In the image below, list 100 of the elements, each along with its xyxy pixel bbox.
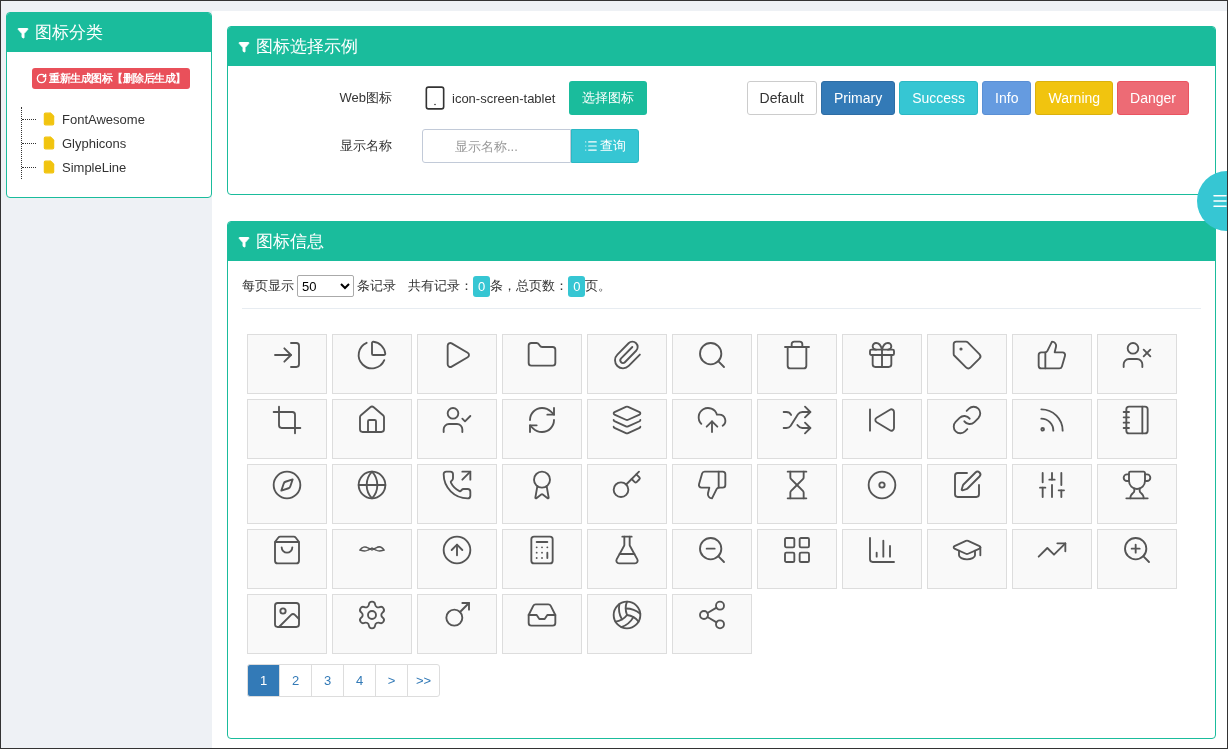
icon-tile[interactable] xyxy=(332,334,412,394)
icon-tile[interactable] xyxy=(417,464,497,524)
page-button[interactable]: >> xyxy=(407,664,441,697)
icon-tile[interactable] xyxy=(417,399,497,459)
phone-icon xyxy=(441,469,473,501)
trophy-icon xyxy=(1121,469,1153,501)
icon-tile[interactable] xyxy=(757,399,837,459)
info-text: 每页显示 xyxy=(242,277,294,295)
icon-tile[interactable] xyxy=(417,334,497,394)
icon-tile[interactable] xyxy=(842,529,922,589)
style-button[interactable]: Default xyxy=(746,81,817,115)
field-label: Web图标 xyxy=(338,89,393,107)
filter-icon xyxy=(17,26,29,39)
panel-title: 图标信息 xyxy=(256,231,324,253)
icon-tile[interactable] xyxy=(1097,334,1177,394)
tree-item[interactable]: SimpleLine xyxy=(22,155,131,179)
list-icon xyxy=(584,139,598,153)
icon-tile[interactable] xyxy=(1097,399,1177,459)
icon-tile[interactable] xyxy=(247,464,327,524)
icon-tile[interactable] xyxy=(587,464,667,524)
search-icon xyxy=(696,339,728,371)
key-icon xyxy=(611,469,643,501)
icon-tile[interactable] xyxy=(672,594,752,654)
icon-tile[interactable] xyxy=(247,594,327,654)
ball-icon xyxy=(611,599,643,631)
info-text: 条记录 xyxy=(357,277,396,295)
icon-tile[interactable] xyxy=(1012,399,1092,459)
icon-tile[interactable] xyxy=(927,529,1007,589)
page-button[interactable]: > xyxy=(375,664,408,697)
icon-tile[interactable] xyxy=(672,464,752,524)
icon-tile[interactable] xyxy=(927,464,1007,524)
icon-tile[interactable] xyxy=(672,334,752,394)
link-icon xyxy=(951,404,983,436)
icon-tile[interactable] xyxy=(842,464,922,524)
regenerate-button[interactable]: 重新生成图标【删除后生成】 xyxy=(32,68,190,89)
share-icon xyxy=(696,599,728,631)
icon-tile[interactable] xyxy=(332,464,412,524)
choose-icon-button[interactable]: 选择图标 xyxy=(569,81,648,115)
icon-tile[interactable] xyxy=(1012,334,1092,394)
page-button[interactable]: 3 xyxy=(311,664,344,697)
icon-tile[interactable] xyxy=(672,399,752,459)
icon-tile[interactable] xyxy=(502,399,582,459)
icon-tile[interactable] xyxy=(417,594,497,654)
grid-icon xyxy=(781,534,813,566)
settings-icon xyxy=(356,599,388,631)
compass-icon xyxy=(271,469,303,501)
refresh-icon xyxy=(36,73,48,84)
icon-tile[interactable] xyxy=(587,529,667,589)
icon-tile[interactable] xyxy=(927,334,1007,394)
page-size-select[interactable]: 50 xyxy=(297,275,354,297)
globe-icon xyxy=(356,469,388,501)
login-icon xyxy=(271,339,303,371)
info-text: 共有记录： xyxy=(408,277,473,295)
tree-item[interactable]: FontAwesome xyxy=(22,107,149,131)
style-button[interactable]: Info xyxy=(982,81,1032,115)
name-input[interactable]: 显示名称... xyxy=(422,129,571,163)
style-button[interactable]: Primary xyxy=(820,81,896,115)
icon-tile[interactable] xyxy=(587,399,667,459)
count-badge: 0 xyxy=(473,275,491,297)
page-button[interactable]: 2 xyxy=(279,664,312,697)
icon-tile[interactable] xyxy=(672,529,752,589)
icon-tile[interactable] xyxy=(842,334,922,394)
icon-tile[interactable] xyxy=(587,594,667,654)
file-icon xyxy=(42,136,56,150)
icon-tile[interactable] xyxy=(502,594,582,654)
mustache-icon xyxy=(359,546,385,555)
page-button[interactable]: 4 xyxy=(343,664,376,697)
bag-icon xyxy=(271,534,303,566)
icon-tile[interactable] xyxy=(502,334,582,394)
bar-chart-icon xyxy=(866,534,898,566)
field-label: 显示名称 xyxy=(339,137,393,155)
icon-tile[interactable] xyxy=(332,529,412,589)
icon-tile[interactable] xyxy=(247,334,327,394)
icon-tile[interactable] xyxy=(1097,529,1177,589)
icon-tile[interactable] xyxy=(842,399,922,459)
icon-tile[interactable] xyxy=(502,529,582,589)
icon-tile[interactable] xyxy=(1097,464,1177,524)
icon-tile[interactable] xyxy=(332,594,412,654)
icon-tile[interactable] xyxy=(1012,529,1092,589)
icon-tile[interactable] xyxy=(247,399,327,459)
icon-tile[interactable] xyxy=(332,399,412,459)
gift-icon xyxy=(866,339,898,371)
trash-icon xyxy=(781,339,813,371)
icon-tile[interactable] xyxy=(587,334,667,394)
icon-tile[interactable] xyxy=(757,529,837,589)
panel-title: 图标选择示例 xyxy=(256,36,358,58)
user-x-icon xyxy=(1121,339,1153,371)
icon-tile[interactable] xyxy=(927,399,1007,459)
icon-tile[interactable] xyxy=(757,334,837,394)
tree-item[interactable]: Glyphicons xyxy=(22,131,131,155)
icon-tile[interactable] xyxy=(247,529,327,589)
icon-tile[interactable] xyxy=(502,464,582,524)
file-icon xyxy=(42,160,56,174)
icon-tile[interactable] xyxy=(1012,464,1092,524)
page-button[interactable]: 1 xyxy=(247,664,280,697)
icon-tile[interactable] xyxy=(757,464,837,524)
icon-tile[interactable] xyxy=(417,529,497,589)
image-icon xyxy=(271,599,303,631)
arrow-up-circle-icon xyxy=(441,534,473,566)
style-button[interactable]: Danger xyxy=(1117,81,1189,115)
